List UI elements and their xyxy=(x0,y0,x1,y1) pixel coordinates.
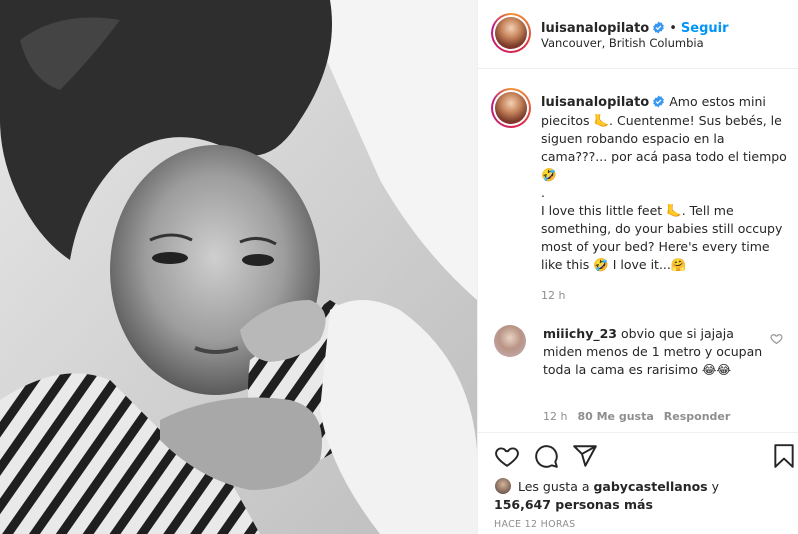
comment-likes[interactable]: 80 Me gusta xyxy=(577,410,653,423)
heart-icon[interactable] xyxy=(494,443,520,469)
likes-prefix: Les gusta a xyxy=(518,479,594,494)
post-photo[interactable] xyxy=(0,0,477,534)
comment-like-heart-icon[interactable] xyxy=(770,332,783,345)
follow-button[interactable]: Seguir xyxy=(681,21,729,36)
post-header: luisanalopilato • Seguir Vancouver, Britis… xyxy=(478,0,798,69)
selfie-photo-illustration xyxy=(0,0,477,534)
post-side-panel: luisanalopilato • Seguir Vancouver, Britis… xyxy=(477,0,798,534)
comment-item: miiichy_23 obvio que si jajaja miden men… xyxy=(478,318,798,433)
commenter-username[interactable]: miiichy_23 xyxy=(543,326,617,341)
verified-badge-icon xyxy=(653,21,665,34)
author-avatar[interactable] xyxy=(491,13,531,53)
comment-text-block: miiichy_23 obvio que si jajaja miden men… xyxy=(543,325,763,379)
comment-meta: 12 h 80 Me gusta Responder xyxy=(543,410,740,423)
author-username[interactable]: luisanalopilato xyxy=(541,21,649,36)
likes-middle: y xyxy=(707,479,719,494)
verified-badge-icon xyxy=(653,95,665,108)
caption-text: Amo estos mini piecitos 🦶. Cuentenme! Su… xyxy=(541,94,787,272)
instagram-post: luisanalopilato • Seguir Vancouver, Britis… xyxy=(0,0,798,534)
comment-time[interactable]: 12 h xyxy=(543,410,567,423)
comment-reply-button[interactable]: Responder xyxy=(664,410,731,423)
likes-count[interactable]: 156,647 personas más xyxy=(494,497,653,512)
caption-time[interactable]: 12 h xyxy=(541,289,565,302)
post-actions: Les gusta a gabycastellanos y 156,647 per… xyxy=(478,432,798,534)
bookmark-icon[interactable] xyxy=(771,443,797,469)
caption-text-block: luisanalopilato Amo estos mini piecitos … xyxy=(541,93,791,274)
liker-username[interactable]: gabycastellanos xyxy=(593,479,707,494)
caption-username[interactable]: luisanalopilato xyxy=(541,95,649,110)
commenter-avatar[interactable] xyxy=(494,325,526,357)
separator-dot: • xyxy=(669,21,677,36)
comment-icon[interactable] xyxy=(533,443,559,469)
likes-summary: Les gusta a gabycastellanos y 156,647 per… xyxy=(494,477,719,514)
header-user-line: luisanalopilato • Seguir xyxy=(541,17,729,36)
post-timestamp[interactable]: HACE 12 HORAS xyxy=(494,519,576,530)
caption-author-avatar[interactable] xyxy=(491,88,531,128)
post-location[interactable]: Vancouver, British Columbia xyxy=(541,36,704,50)
share-icon[interactable] xyxy=(572,443,598,469)
liker-avatar[interactable] xyxy=(494,477,512,495)
